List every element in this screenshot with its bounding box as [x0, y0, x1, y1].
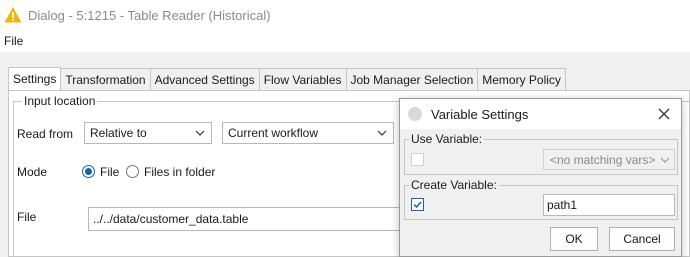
tab-settings[interactable]: Settings: [8, 67, 62, 90]
use-variable-value: <no matching vars>: [550, 152, 656, 167]
chevron-down-icon: [660, 157, 670, 163]
relative-to-select[interactable]: Current workflow: [222, 122, 394, 144]
input-location-title: Input location: [22, 94, 98, 108]
mode-label: Mode: [17, 165, 48, 179]
read-from-select[interactable]: Relative to: [84, 122, 212, 144]
ok-button[interactable]: OK: [550, 227, 598, 251]
tab-memory-policy[interactable]: Memory Policy: [477, 68, 566, 90]
checkmark-icon: [413, 201, 422, 209]
tab-transformation[interactable]: Transformation: [60, 68, 151, 90]
dialog-titlebar: Variable Settings: [400, 99, 681, 129]
dialog-title: Variable Settings: [431, 106, 529, 122]
tab-job-manager-selection[interactable]: Job Manager Selection: [345, 68, 479, 90]
chevron-down-icon: [195, 130, 205, 136]
warning-icon: [4, 7, 22, 23]
mode-file-label: File: [100, 165, 120, 179]
mode-files-in-folder-label: Files in folder: [144, 165, 216, 179]
create-variable-input[interactable]: path1: [543, 194, 675, 216]
mode-files-in-folder-radio[interactable]: [126, 165, 139, 178]
mode-file-radio[interactable]: [82, 165, 95, 178]
menu-bar: File: [0, 30, 690, 52]
read-from-label: Read from: [17, 127, 74, 141]
tab-advanced-settings[interactable]: Advanced Settings: [149, 68, 260, 90]
use-variable-title: Use Variable:: [409, 132, 485, 146]
app-icon: [408, 107, 422, 121]
variable-settings-dialog: Variable Settings Use Variable: <no matc…: [399, 98, 682, 257]
window-title: Dialog - 5:1215 - Table Reader (Historic…: [28, 7, 271, 23]
chevron-down-icon: [377, 130, 387, 136]
file-label: File: [17, 210, 37, 224]
use-variable-checkbox[interactable]: [411, 153, 424, 166]
relative-to-value: Current workflow: [228, 126, 319, 140]
tab-bar: Settings Transformation Advanced Setting…: [8, 67, 566, 90]
use-variable-group: Use Variable: <no matching vars>: [404, 132, 678, 175]
menu-file[interactable]: File: [4, 34, 23, 48]
create-variable-checkbox[interactable]: [411, 198, 424, 211]
window-titlebar: Dialog - 5:1215 - Table Reader (Historic…: [0, 0, 690, 30]
cancel-button[interactable]: Cancel: [609, 227, 675, 251]
file-path-input[interactable]: ../../data/customer_data.table: [88, 207, 418, 231]
create-variable-group: Create Variable: path1: [404, 178, 678, 220]
file-path-value: ../../data/customer_data.table: [93, 212, 249, 226]
tab-flow-variables[interactable]: Flow Variables: [258, 68, 347, 90]
read-from-value: Relative to: [90, 126, 147, 140]
use-variable-select[interactable]: <no matching vars>: [543, 149, 675, 170]
close-icon[interactable]: [657, 107, 671, 121]
create-variable-name: path1: [547, 198, 578, 212]
create-variable-title: Create Variable:: [409, 178, 499, 192]
